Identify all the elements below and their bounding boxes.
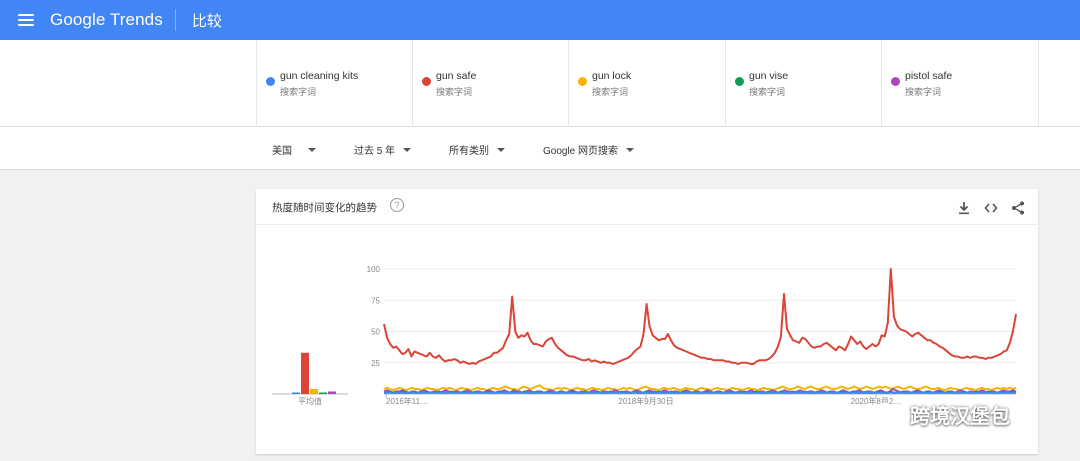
download-icon[interactable] — [956, 200, 972, 216]
term-type: 搜索字词 — [905, 87, 942, 97]
chevron-down-icon — [403, 147, 412, 152]
app-logo[interactable]: Google Trends — [50, 10, 163, 30]
time-range-dropdown[interactable]: 过去 5 年 — [354, 142, 412, 157]
term-name: pistol safe — [905, 70, 953, 82]
y-tick-label: 75 — [371, 296, 380, 305]
series-color-dot — [422, 77, 431, 86]
term-type: 搜索字词 — [436, 87, 473, 97]
term-card-pistol-safe[interactable]: pistol safe 搜索字词 — [881, 40, 1037, 127]
average-bar — [319, 392, 327, 394]
y-tick-label: 25 — [371, 359, 380, 368]
top-app-bar: Google Trends 比较 — [0, 0, 1080, 40]
help-icon[interactable]: ? — [390, 198, 404, 212]
search-type-value: Google 网页搜索 — [543, 146, 619, 157]
chevron-down-icon — [626, 147, 635, 152]
term-type: 搜索字词 — [592, 87, 629, 97]
y-tick-label: 100 — [367, 265, 381, 274]
average-label: 平均值 — [298, 396, 322, 406]
embed-code-icon[interactable] — [983, 200, 999, 216]
term-card-gun-vise[interactable]: gun vise 搜索字词 — [725, 40, 881, 127]
term-card-gun-cleaning-kits[interactable]: gun cleaning kits 搜索字词 — [256, 40, 412, 127]
series-line-gun-safe — [383, 268, 1017, 365]
series-color-dot — [266, 77, 275, 86]
y-tick-label: 50 — [371, 328, 380, 337]
series-color-dot — [891, 77, 900, 86]
term-type: 搜索字词 — [280, 87, 317, 97]
term-card-gun-lock[interactable]: gun lock 搜索字词 — [568, 40, 724, 127]
search-type-dropdown[interactable]: Google 网页搜索 — [543, 142, 635, 157]
average-bar — [301, 352, 309, 394]
watermark-text: 跨境汉堡包 — [910, 404, 1010, 428]
region-value: 美国 — [272, 146, 292, 157]
region-dropdown[interactable]: 美国 — [272, 142, 316, 157]
page-title: 比较 — [191, 12, 222, 30]
chevron-down-icon — [308, 147, 316, 152]
average-bar — [328, 391, 336, 394]
category-value: 所有类别 — [449, 146, 489, 157]
series-color-dot — [735, 77, 744, 86]
term-name: gun vise — [749, 70, 789, 82]
chevron-down-icon — [497, 147, 505, 152]
average-bar — [292, 392, 300, 394]
term-name: gun cleaning kits — [280, 70, 359, 82]
comparison-terms-bar: gun cleaning kits 搜索字词 gun safe 搜索字词 gun… — [0, 40, 1080, 127]
series-line-gun-lock — [383, 384, 1017, 392]
average-bar — [310, 389, 318, 394]
share-icon[interactable] — [1010, 200, 1026, 216]
term-type: 搜索字词 — [749, 87, 786, 97]
terms-divider — [1038, 40, 1039, 127]
time-range-value: 过去 5 年 — [354, 146, 396, 157]
x-tick-label: 2016年11… — [386, 396, 428, 406]
x-tick-label: 2018年9月30日 — [618, 396, 673, 406]
term-name: gun lock — [592, 70, 632, 82]
category-dropdown[interactable]: 所有类别 — [449, 142, 505, 157]
filter-bar: 美国 过去 5 年 所有类别 Google 网页搜索 — [0, 127, 1080, 170]
card-header: 热度随时间变化的趋势 ? — [256, 189, 1038, 225]
header-divider — [174, 9, 176, 31]
watermark: 跨境汉堡包 — [872, 400, 1010, 429]
term-card-gun-safe[interactable]: gun safe 搜索字词 — [412, 40, 568, 127]
wechat-icon — [873, 402, 904, 426]
term-name: gun safe — [436, 70, 477, 82]
series-color-dot — [578, 77, 587, 86]
menu-icon[interactable] — [18, 14, 34, 26]
card-title: 热度随时间变化的趋势 — [272, 202, 377, 214]
